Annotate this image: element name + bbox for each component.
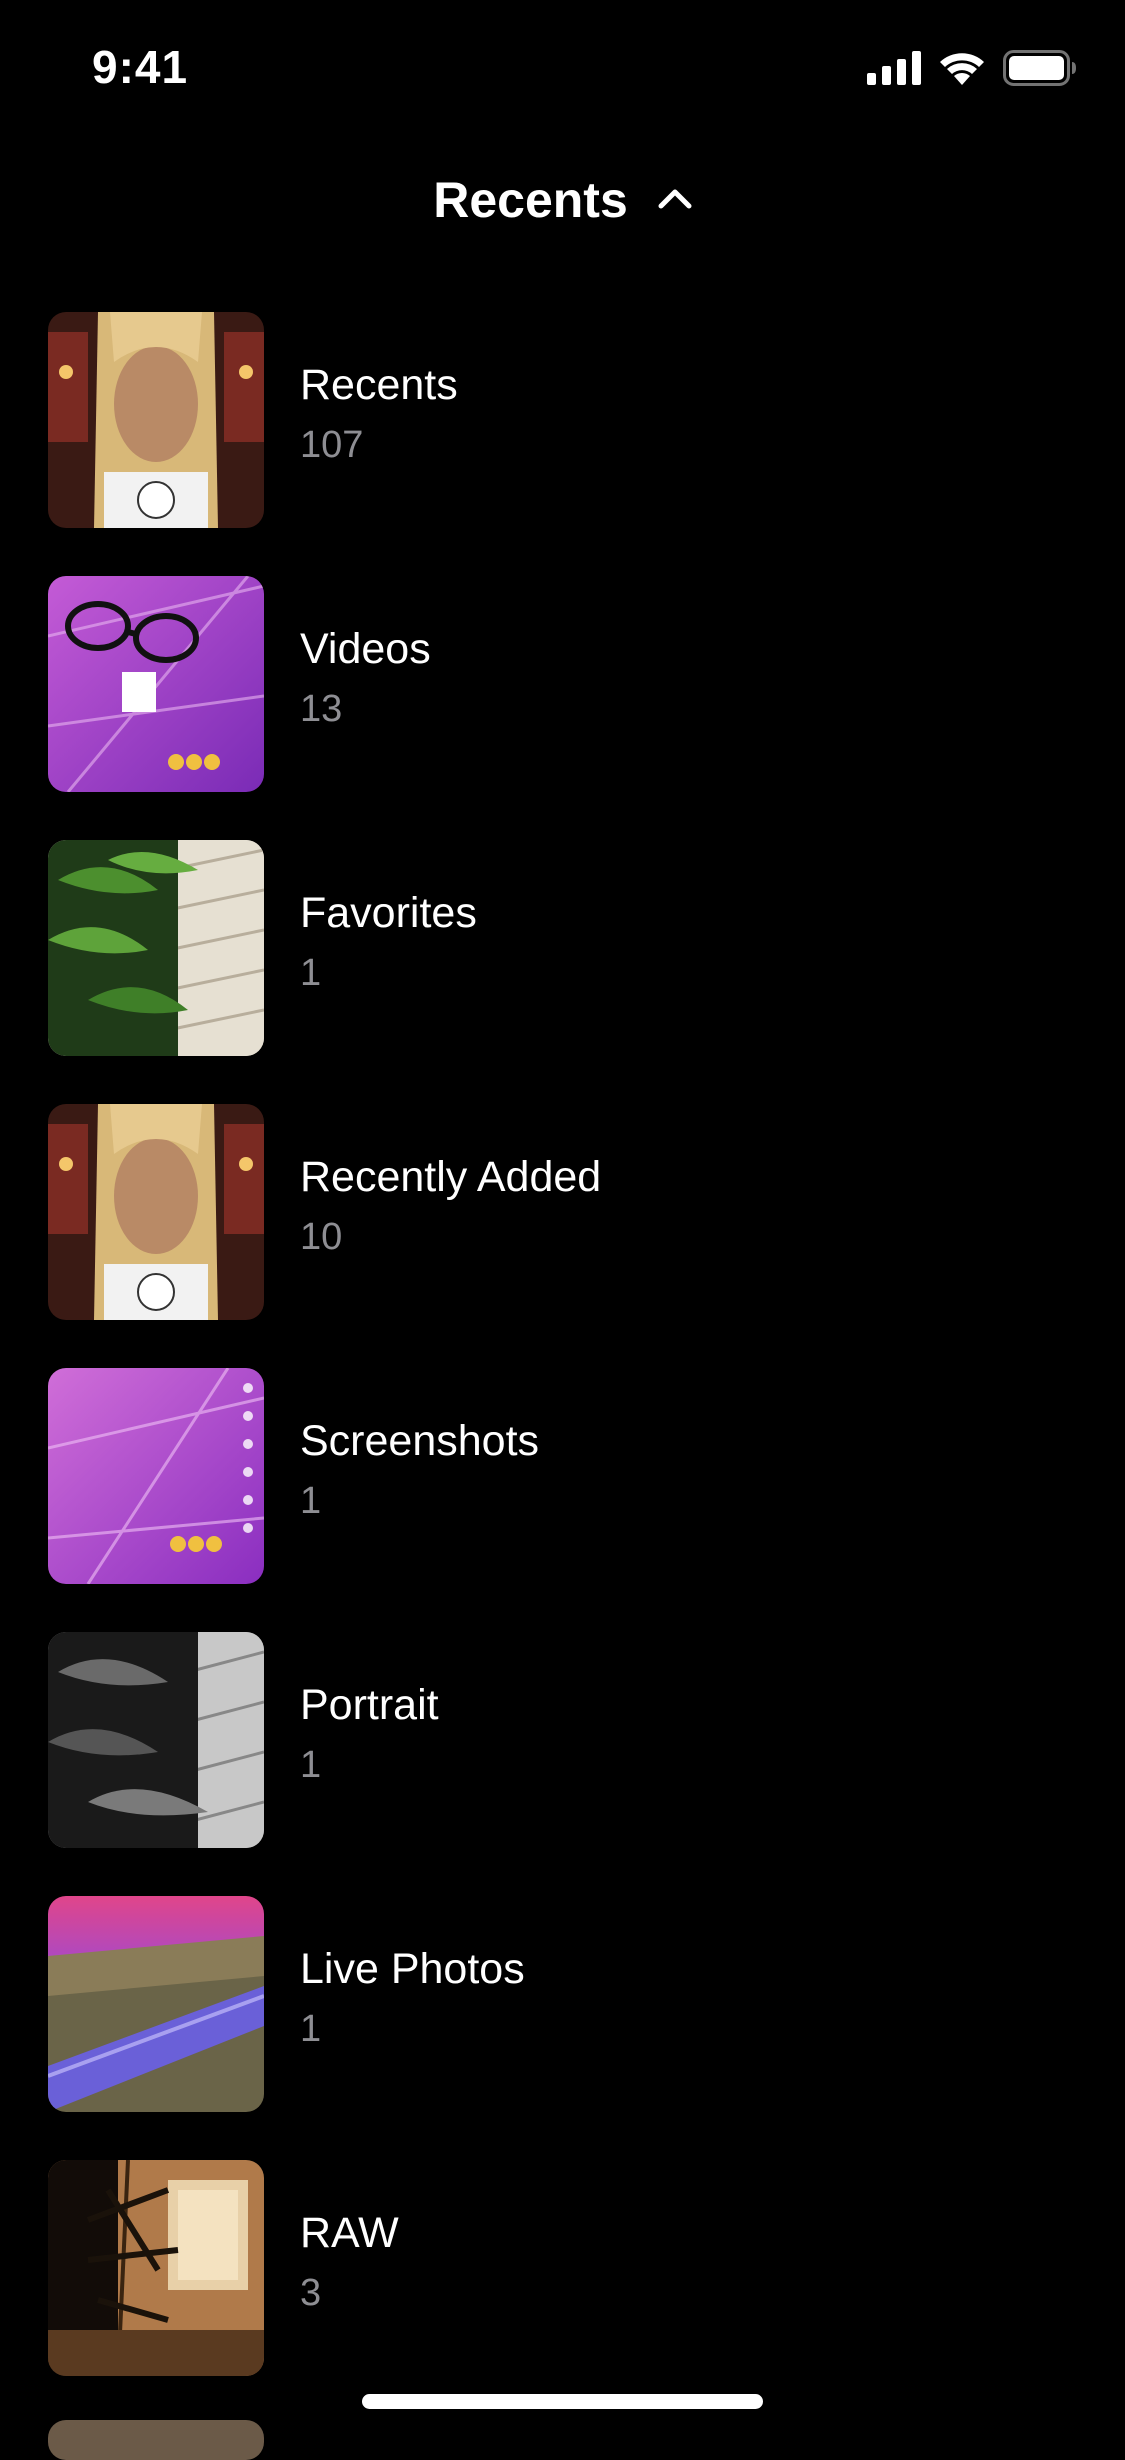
album-count: 3 bbox=[300, 2272, 322, 2314]
album-thumbnail bbox=[48, 2160, 264, 2376]
album-count: 1 bbox=[300, 2008, 322, 2050]
album-thumbnail bbox=[48, 1104, 264, 1320]
album-count: 1 bbox=[300, 1480, 322, 1522]
cellular-signal-icon bbox=[867, 50, 921, 90]
album-thumbnail bbox=[48, 312, 264, 528]
album-name: Recently Added bbox=[300, 1153, 602, 1201]
album-list: Recents 107 Videos 13 Favorites 1 Recent… bbox=[0, 310, 1125, 2422]
album-count: 1 bbox=[300, 1744, 322, 1786]
home-indicator[interactable] bbox=[362, 2394, 763, 2409]
album-row-videos[interactable]: Videos 13 bbox=[0, 574, 1125, 838]
album-name: Portrait bbox=[300, 1681, 439, 1729]
wifi-icon bbox=[939, 51, 985, 90]
album-name: Favorites bbox=[300, 889, 477, 937]
album-row-recently-added[interactable]: Recently Added 10 bbox=[0, 1102, 1125, 1366]
album-thumbnail bbox=[48, 1632, 264, 1848]
album-name: Screenshots bbox=[300, 1417, 540, 1465]
album-picker-toggle[interactable]: Recents bbox=[433, 171, 692, 229]
album-row-favorites[interactable]: Favorites 1 bbox=[0, 838, 1125, 1102]
album-name: Recents bbox=[300, 361, 458, 409]
album-row-recents[interactable]: Recents 107 bbox=[0, 310, 1125, 574]
album-thumbnail bbox=[48, 1896, 264, 2112]
album-thumbnail bbox=[48, 1368, 264, 1584]
album-row-screenshots[interactable]: Screenshots 1 bbox=[0, 1366, 1125, 1630]
album-row-portrait[interactable]: Portrait 1 bbox=[0, 1630, 1125, 1894]
album-thumbnail[interactable] bbox=[48, 2420, 264, 2460]
status-time: 9:41 bbox=[92, 41, 189, 93]
album-count: 107 bbox=[300, 424, 364, 466]
header: Recents bbox=[0, 160, 1125, 240]
chevron-up-icon bbox=[658, 187, 692, 214]
status-icons bbox=[867, 49, 1077, 91]
page-title: Recents bbox=[433, 172, 628, 228]
battery-icon bbox=[1003, 49, 1077, 91]
album-count: 13 bbox=[300, 688, 343, 730]
album-count: 10 bbox=[300, 1216, 343, 1258]
album-thumbnail bbox=[48, 840, 264, 1056]
album-thumbnail bbox=[48, 576, 264, 792]
status-bar: 9:41 bbox=[0, 0, 1125, 132]
album-name: RAW bbox=[300, 2209, 399, 2257]
album-name: Live Photos bbox=[300, 1945, 525, 1993]
album-count: 1 bbox=[300, 952, 322, 994]
album-name: Videos bbox=[300, 625, 431, 673]
album-row-raw[interactable]: RAW 3 bbox=[0, 2158, 1125, 2422]
album-row-live-photos[interactable]: Live Photos 1 bbox=[0, 1894, 1125, 2158]
